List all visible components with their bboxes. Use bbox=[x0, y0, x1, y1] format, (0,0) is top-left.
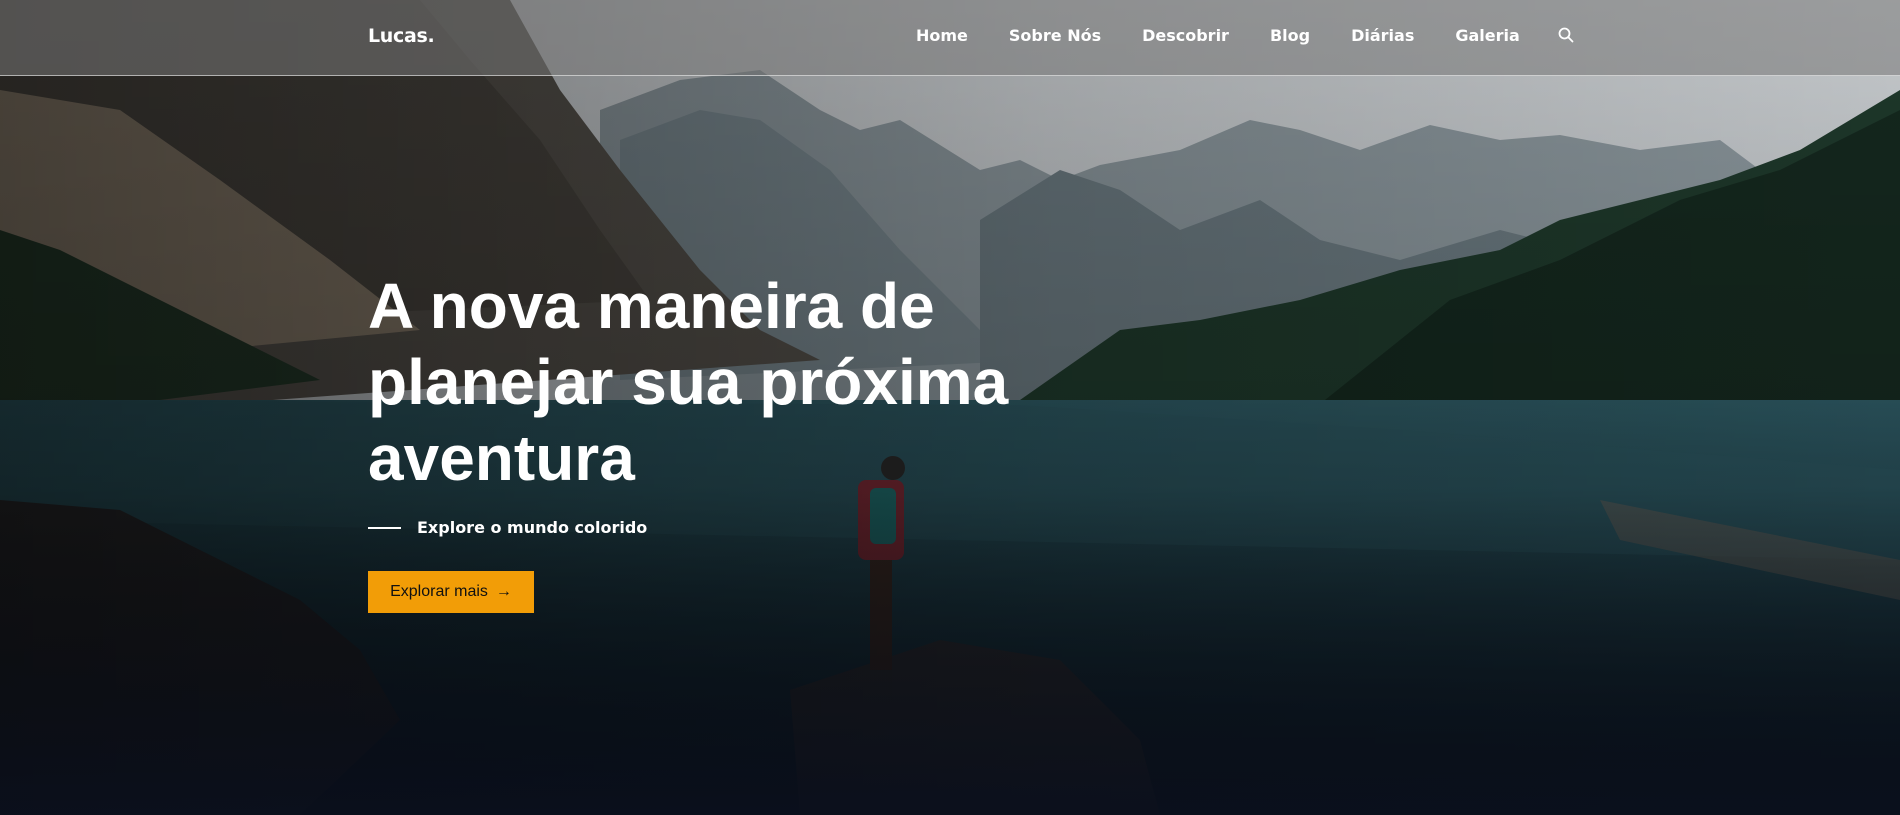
hero-headline: A nova maneira de planejar sua próxima a… bbox=[368, 268, 1068, 496]
hero-section: Lucas. Home Sobre Nós Descobrir Blog Diá… bbox=[0, 0, 1900, 815]
headline-line-1: A nova maneira de bbox=[368, 270, 935, 342]
main-nav: Home Sobre Nós Descobrir Blog Diárias Ga… bbox=[916, 26, 1576, 45]
search-icon[interactable] bbox=[1558, 27, 1576, 45]
brand-logo[interactable]: Lucas. bbox=[368, 25, 435, 47]
nav-link-galeria[interactable]: Galeria bbox=[1455, 26, 1519, 45]
hero-tagline: Explore o mundo colorido bbox=[417, 518, 648, 537]
nav-link-blog[interactable]: Blog bbox=[1270, 26, 1310, 45]
hero-content: A nova maneira de planejar sua próxima a… bbox=[368, 268, 1068, 613]
tagline-divider bbox=[368, 526, 401, 529]
arrow-right-icon: → bbox=[495, 583, 512, 600]
explore-more-button[interactable]: Explorar mais → bbox=[368, 571, 534, 613]
headline-line-2: planejar sua próxima bbox=[368, 346, 1009, 418]
top-navbar: Lucas. Home Sobre Nós Descobrir Blog Diá… bbox=[0, 0, 1900, 76]
nav-link-descobrir[interactable]: Descobrir bbox=[1142, 26, 1229, 45]
nav-link-home[interactable]: Home bbox=[916, 26, 968, 45]
headline-line-3: aventura bbox=[368, 422, 635, 494]
explore-more-label: Explorar mais bbox=[390, 583, 488, 600]
nav-link-diarias[interactable]: Diárias bbox=[1351, 26, 1414, 45]
nav-link-sobre-nos[interactable]: Sobre Nós bbox=[1009, 26, 1101, 45]
tagline-row: Explore o mundo colorido bbox=[368, 518, 1068, 537]
